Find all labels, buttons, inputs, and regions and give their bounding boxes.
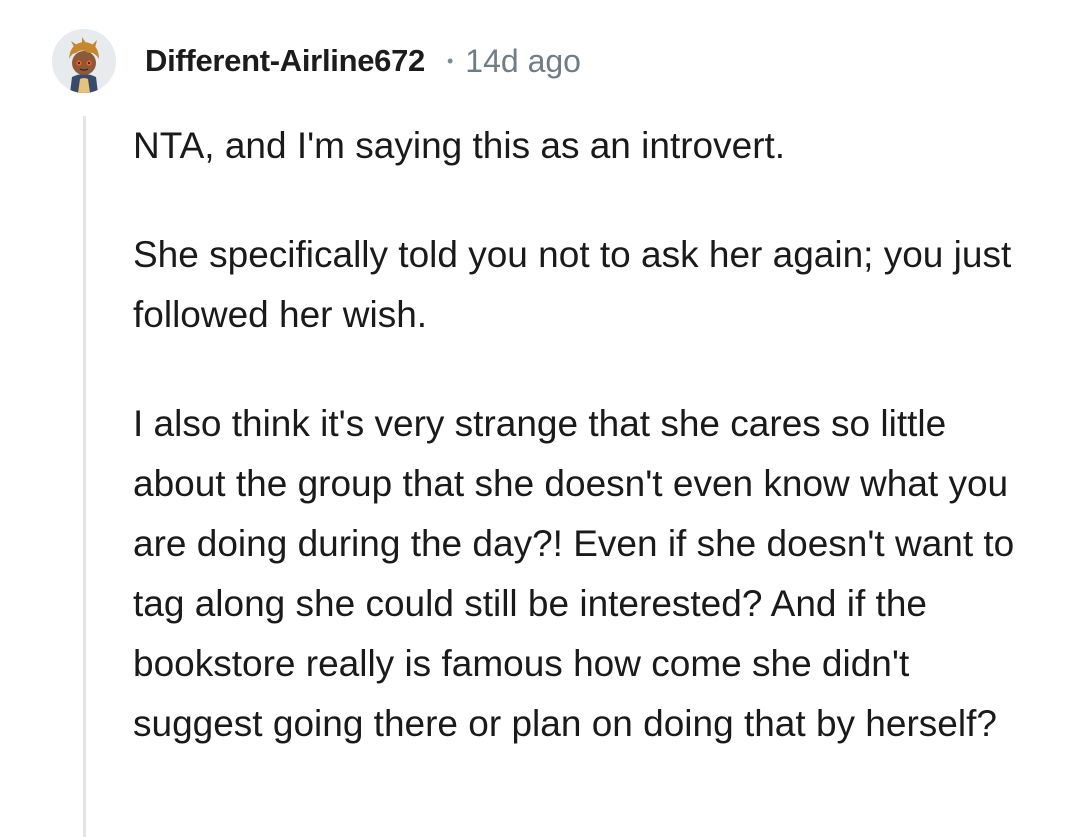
comment-author[interactable]: Different-Airline672 xyxy=(145,43,425,79)
comment-timestamp: 14d ago xyxy=(465,42,581,79)
comment-paragraph: NTA, and I'm saying this as an introvert… xyxy=(133,125,786,166)
comment-paragraph: I also think it's very strange that she … xyxy=(133,403,1015,744)
thread-collapse-line[interactable] xyxy=(83,116,86,837)
comment-paragraph: She specifically told you not to ask her… xyxy=(133,234,1012,335)
meta-separator: • xyxy=(446,50,454,71)
user-avatar-icon[interactable] xyxy=(52,29,116,93)
comment-header: Different-Airline672 • 14d ago xyxy=(52,28,581,94)
comment-body: NTA, and I'm saying this as an introvert… xyxy=(133,116,1033,754)
